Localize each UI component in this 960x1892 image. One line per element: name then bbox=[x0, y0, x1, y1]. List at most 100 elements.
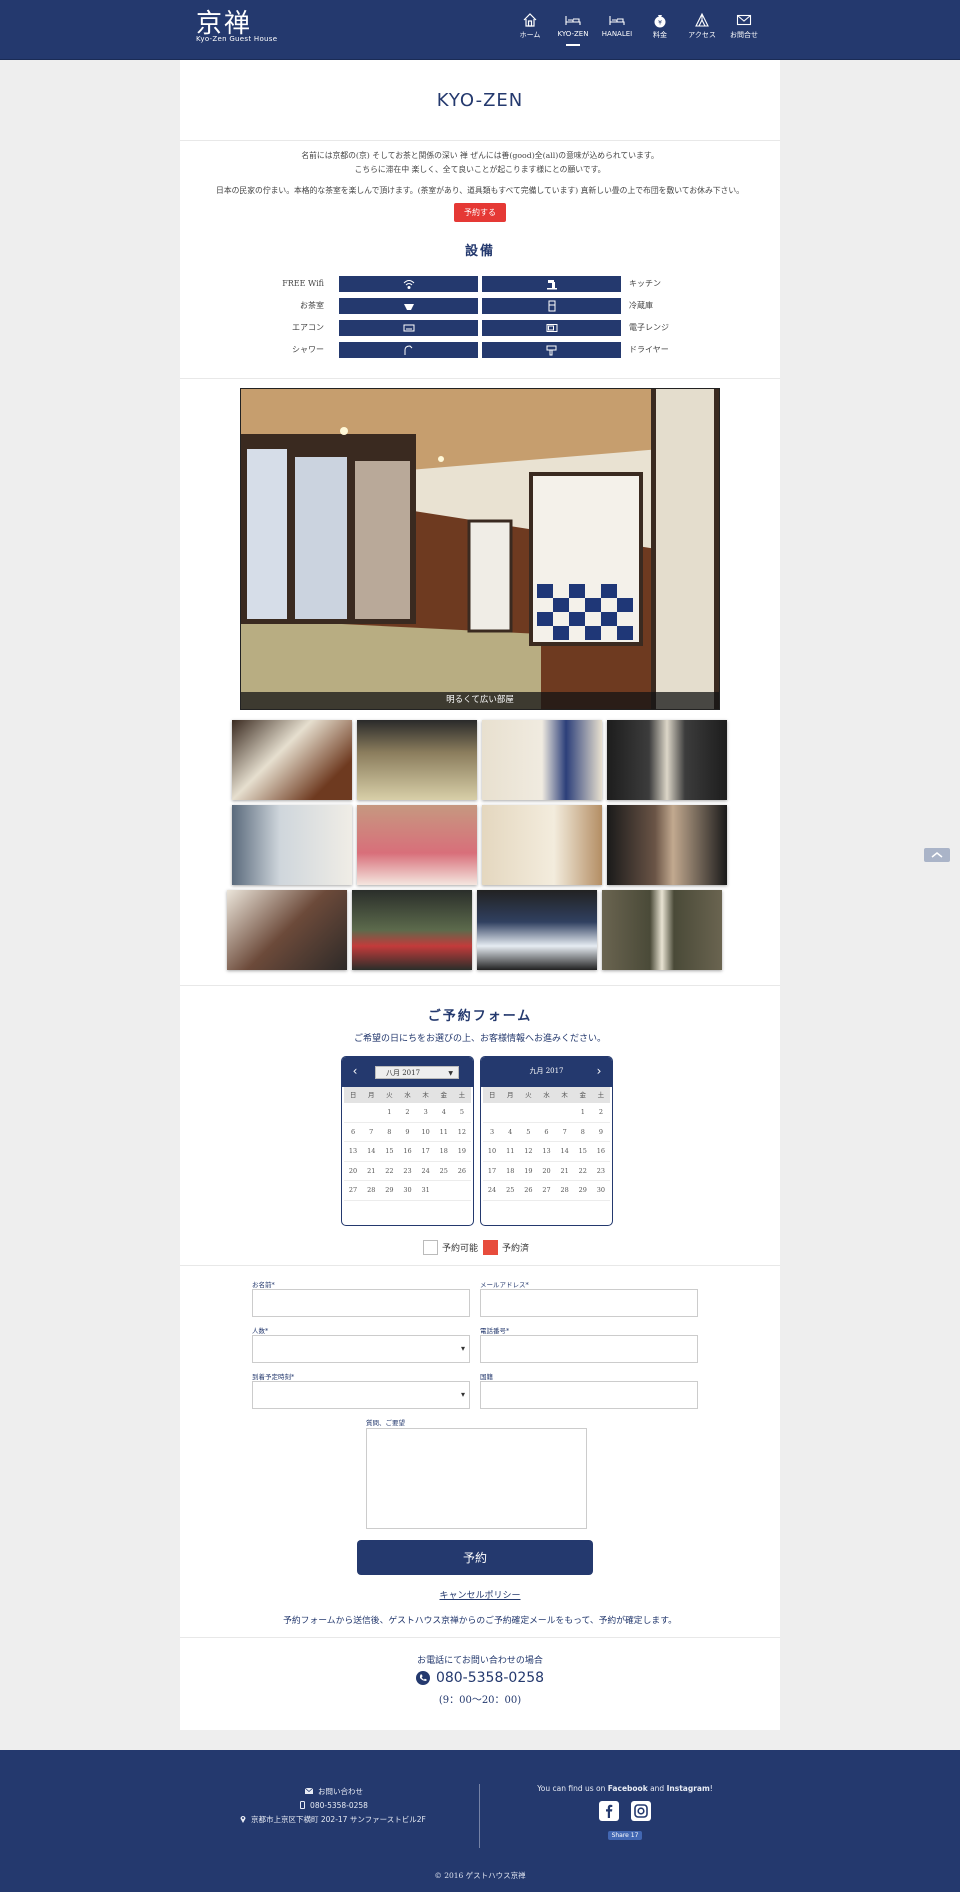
calendar-day[interactable]: 25 bbox=[501, 1181, 520, 1201]
calendar-day[interactable]: 29 bbox=[573, 1181, 592, 1201]
thumbnail[interactable] bbox=[607, 720, 727, 800]
calendar-day[interactable]: 11 bbox=[434, 1123, 453, 1143]
calendar-day[interactable]: 25 bbox=[434, 1162, 453, 1182]
calendar-day[interactable]: 21 bbox=[362, 1162, 381, 1182]
calendar-day[interactable]: 16 bbox=[591, 1142, 610, 1162]
message-textarea[interactable] bbox=[366, 1428, 587, 1529]
calendar-day[interactable]: 21 bbox=[555, 1162, 574, 1182]
calendar-day[interactable]: 26 bbox=[452, 1162, 471, 1182]
calendar-day[interactable]: 8 bbox=[380, 1123, 399, 1143]
calendar-day[interactable]: 24 bbox=[483, 1181, 502, 1201]
calendar-day[interactable]: 2 bbox=[398, 1103, 417, 1123]
facebook-share-button[interactable]: Share 17 bbox=[607, 1831, 643, 1840]
email-field[interactable] bbox=[480, 1289, 698, 1317]
calendar-day[interactable]: 13 bbox=[344, 1142, 363, 1162]
calendar-day[interactable]: 22 bbox=[380, 1162, 399, 1182]
instagram-icon[interactable] bbox=[631, 1801, 652, 1821]
guests-select[interactable] bbox=[252, 1335, 470, 1363]
calendar-day[interactable]: 10 bbox=[483, 1142, 502, 1162]
calendar-day[interactable]: 12 bbox=[519, 1142, 538, 1162]
prev-month-icon[interactable]: ‹ bbox=[348, 1064, 362, 1078]
calendar-day[interactable]: 30 bbox=[398, 1181, 417, 1201]
calendar-day[interactable]: 28 bbox=[362, 1181, 381, 1201]
calendar-day[interactable]: 7 bbox=[555, 1123, 574, 1143]
calendar-day[interactable]: 20 bbox=[344, 1162, 363, 1182]
calendar-day[interactable]: 14 bbox=[555, 1142, 574, 1162]
nav-home[interactable]: ホーム bbox=[510, 12, 550, 40]
calendar-day[interactable]: 7 bbox=[362, 1123, 381, 1143]
site-logo[interactable]: 京禅 Kyo-Zen Guest House bbox=[196, 10, 277, 43]
thumbnail[interactable] bbox=[357, 805, 477, 885]
thumbnail[interactable] bbox=[482, 720, 602, 800]
calendar-day[interactable]: 5 bbox=[452, 1103, 471, 1123]
calendar-day[interactable]: 27 bbox=[537, 1181, 556, 1201]
calendar-day[interactable]: 15 bbox=[573, 1142, 592, 1162]
calendar-day[interactable]: 8 bbox=[573, 1123, 592, 1143]
thumbnail[interactable] bbox=[477, 890, 597, 970]
calendar-day[interactable]: 18 bbox=[501, 1162, 520, 1182]
calendar-day[interactable]: 15 bbox=[380, 1142, 399, 1162]
calendar-day[interactable]: 31 bbox=[416, 1181, 435, 1201]
calendar-day[interactable]: 26 bbox=[519, 1181, 538, 1201]
calendar-day[interactable]: 30 bbox=[591, 1181, 610, 1201]
thumbnail[interactable] bbox=[232, 805, 352, 885]
calendar-day[interactable]: 13 bbox=[537, 1142, 556, 1162]
nav-access[interactable]: アクセス bbox=[682, 12, 722, 40]
calendar-day[interactable]: 20 bbox=[537, 1162, 556, 1182]
thumbnail[interactable] bbox=[607, 805, 727, 885]
calendar-day[interactable]: 16 bbox=[398, 1142, 417, 1162]
thumbnail[interactable] bbox=[352, 890, 472, 970]
main-gallery-image[interactable]: 明るくて広い部屋 bbox=[240, 388, 720, 710]
calendar-day[interactable]: 12 bbox=[452, 1123, 471, 1143]
calendar-day[interactable]: 4 bbox=[434, 1103, 453, 1123]
calendar-day[interactable]: 17 bbox=[416, 1142, 435, 1162]
calendar-day[interactable]: 11 bbox=[501, 1142, 520, 1162]
footer-contact-line[interactable]: お問い合わせ bbox=[236, 1784, 432, 1798]
scroll-to-top-button[interactable] bbox=[924, 848, 950, 862]
phone-field[interactable] bbox=[480, 1335, 698, 1363]
calendar-day[interactable]: 3 bbox=[416, 1103, 435, 1123]
calendar-day[interactable]: 9 bbox=[591, 1123, 610, 1143]
calendar-day[interactable]: 4 bbox=[501, 1123, 520, 1143]
next-month-icon[interactable]: › bbox=[592, 1064, 606, 1078]
calendar-day[interactable]: 5 bbox=[519, 1123, 538, 1143]
calendar-day[interactable]: 6 bbox=[344, 1123, 363, 1143]
calendar-day[interactable]: 1 bbox=[573, 1103, 592, 1123]
facebook-icon[interactable] bbox=[598, 1801, 619, 1821]
calendar-day[interactable]: 23 bbox=[398, 1162, 417, 1182]
calendar-day[interactable]: 29 bbox=[380, 1181, 399, 1201]
reserve-button[interactable]: 予約する bbox=[454, 203, 506, 222]
calendar-day[interactable]: 14 bbox=[362, 1142, 381, 1162]
calendar-day[interactable]: 19 bbox=[452, 1142, 471, 1162]
nav-contact[interactable]: お問合せ bbox=[724, 12, 764, 40]
thumbnail[interactable] bbox=[227, 890, 347, 970]
nav-kyo-zen[interactable]: KYO-ZEN bbox=[552, 12, 594, 46]
calendar-day[interactable]: 19 bbox=[519, 1162, 538, 1182]
thumbnail[interactable] bbox=[357, 720, 477, 800]
thumbnail[interactable] bbox=[232, 720, 352, 800]
submit-button[interactable]: 予約 bbox=[357, 1540, 593, 1575]
calendar-day[interactable]: 22 bbox=[573, 1162, 592, 1182]
calendar-day[interactable]: 24 bbox=[416, 1162, 435, 1182]
phone-number[interactable]: 080-5358-0258 bbox=[436, 1670, 544, 1686]
calendar-day[interactable]: 18 bbox=[434, 1142, 453, 1162]
calendar-day[interactable]: 6 bbox=[537, 1123, 556, 1143]
nationality-field[interactable] bbox=[480, 1381, 698, 1409]
calendar-day[interactable]: 28 bbox=[555, 1181, 574, 1201]
month-select[interactable]: 八月 2017 ▼ bbox=[375, 1066, 459, 1079]
thumbnail[interactable] bbox=[482, 805, 602, 885]
calendar-day[interactable]: 2 bbox=[591, 1103, 610, 1123]
calendar-day[interactable]: 17 bbox=[483, 1162, 502, 1182]
thumbnail[interactable] bbox=[602, 890, 722, 970]
calendar-day[interactable]: 27 bbox=[344, 1181, 363, 1201]
calendar-day[interactable]: 10 bbox=[416, 1123, 435, 1143]
name-field[interactable] bbox=[252, 1289, 470, 1317]
arrival-time-select[interactable] bbox=[252, 1381, 470, 1409]
calendar-day[interactable]: 1 bbox=[380, 1103, 399, 1123]
nav-price[interactable]: ¥ 料金 bbox=[640, 12, 680, 40]
cancel-policy-link[interactable]: キャンセルポリシー bbox=[180, 1588, 780, 1601]
calendar-day[interactable]: 23 bbox=[591, 1162, 610, 1182]
calendar-day[interactable]: 3 bbox=[483, 1123, 502, 1143]
nav-hanalei[interactable]: HANALEI bbox=[596, 12, 638, 40]
calendar-day[interactable]: 9 bbox=[398, 1123, 417, 1143]
